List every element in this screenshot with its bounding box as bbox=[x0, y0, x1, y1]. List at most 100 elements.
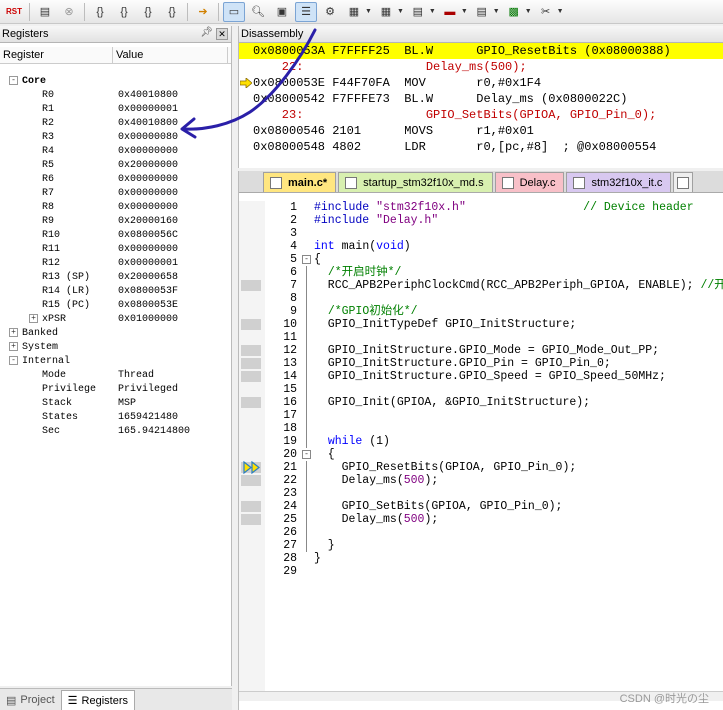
register-row[interactable]: Privilege Privileged bbox=[0, 382, 230, 396]
code-line[interactable]: 21 GPIO_ResetBits(GPIOA, GPIO_Pin_0); bbox=[239, 461, 723, 474]
register-value[interactable]: Thread bbox=[118, 370, 154, 381]
tab-registers[interactable]: ☰ Registers bbox=[60, 690, 135, 710]
register-value[interactable]: 0x00000080 bbox=[118, 132, 178, 143]
code-editor[interactable]: 1 #include "stm32f10x.h" // Device header… bbox=[239, 201, 723, 701]
register-row[interactable]: R5 0x20000000 bbox=[0, 158, 230, 172]
register-row[interactable]: R2 0x40010800 bbox=[0, 116, 230, 130]
executable-line-marker[interactable] bbox=[241, 371, 261, 382]
disassembly-line[interactable]: 23: GPIO_SetBits(GPIOA, GPIO_Pin_0); bbox=[239, 107, 723, 123]
register-row[interactable]: + xPSR 0x01000000 bbox=[0, 312, 230, 326]
register-row[interactable]: Stack MSP bbox=[0, 396, 230, 410]
disassembly-line[interactable]: 22: Delay_ms(500); bbox=[239, 59, 723, 75]
disassembly-line[interactable]: 0x0800053E F44F70FA MOV r0,#0x1F4 bbox=[239, 75, 723, 91]
register-row[interactable]: R8 0x00000000 bbox=[0, 200, 230, 214]
code-line[interactable]: 15 bbox=[239, 383, 723, 396]
register-value[interactable]: 165.94214800 bbox=[118, 426, 190, 437]
collapse-icon[interactable]: - bbox=[9, 76, 18, 85]
register-row[interactable]: R1 0x00000001 bbox=[0, 102, 230, 116]
code-line[interactable]: 26 bbox=[239, 526, 723, 539]
code-line[interactable]: 1 #include "stm32f10x.h" // Device header bbox=[239, 201, 723, 214]
code-line[interactable]: 5-{ bbox=[239, 253, 723, 266]
command-window-icon[interactable]: ▭ bbox=[223, 1, 245, 22]
register-row[interactable]: R0 0x40010800 bbox=[0, 88, 230, 102]
chevron-down-icon[interactable]: ▼ bbox=[397, 8, 404, 15]
registers-window-icon[interactable]: ☰ bbox=[295, 1, 317, 22]
chevron-down-icon[interactable]: ▼ bbox=[365, 8, 372, 15]
code-line[interactable]: 29 bbox=[239, 565, 723, 578]
register-row[interactable]: R4 0x00000000 bbox=[0, 144, 230, 158]
executable-line-marker[interactable] bbox=[241, 514, 261, 525]
chevron-down-icon[interactable]: ▼ bbox=[429, 8, 436, 15]
code-line[interactable]: 9 /*GPIO初始化*/ bbox=[239, 305, 723, 318]
step-icon[interactable]: {} bbox=[89, 2, 111, 22]
code-line[interactable]: 25 Delay_ms(500); bbox=[239, 513, 723, 526]
register-value[interactable]: 0x20000000 bbox=[118, 160, 178, 171]
register-group-banked[interactable]: + Banked bbox=[0, 326, 230, 340]
register-row[interactable]: R14 (LR) 0x0800053F bbox=[0, 284, 230, 298]
register-row[interactable]: R15 (PC) 0x0800053E bbox=[0, 298, 230, 312]
disassembly-listing[interactable]: 0x0800053A F7FFFF25 BL.W GPIO_ResetBits … bbox=[239, 43, 723, 167]
register-value[interactable]: 0x00000000 bbox=[118, 188, 178, 199]
fold-toggle-icon[interactable]: - bbox=[302, 255, 311, 264]
register-value[interactable]: 0x0800053E bbox=[118, 300, 178, 311]
expand-icon[interactable]: + bbox=[9, 328, 18, 337]
code-line[interactable]: 14 GPIO_InitStructure.GPIO_Speed = GPIO_… bbox=[239, 370, 723, 383]
code-line[interactable]: 11 bbox=[239, 331, 723, 344]
run-icon[interactable]: ▤ bbox=[34, 2, 56, 22]
expand-icon[interactable]: + bbox=[9, 342, 18, 351]
chevron-down-icon[interactable]: ▼ bbox=[461, 8, 468, 15]
disassembly-line[interactable]: 0x08000548 4802 LDR r0,[pc,#8] ; @0x0800… bbox=[239, 139, 723, 155]
chevron-down-icon[interactable]: ▼ bbox=[493, 8, 500, 15]
register-value[interactable]: 0x40010800 bbox=[118, 90, 178, 101]
executable-line-marker[interactable] bbox=[241, 501, 261, 512]
register-row[interactable]: R11 0x00000000 bbox=[0, 242, 230, 256]
collapse-icon[interactable]: - bbox=[9, 356, 18, 365]
register-value[interactable]: 0x00000000 bbox=[118, 146, 178, 157]
register-value[interactable]: 0x01000000 bbox=[118, 314, 178, 325]
disassembly-line[interactable]: 0x08000546 2101 MOVS r1,#0x01 bbox=[239, 123, 723, 139]
code-line[interactable]: 10 GPIO_InitTypeDef GPIO_InitStructure; bbox=[239, 318, 723, 331]
executable-line-marker[interactable] bbox=[241, 475, 261, 486]
tab-main-c[interactable]: main.c* bbox=[263, 172, 337, 192]
code-line[interactable]: 2 #include "Delay.h" bbox=[239, 214, 723, 227]
code-line[interactable]: 7 RCC_APB2PeriphClockCmd(RCC_APB2Periph_… bbox=[239, 279, 723, 292]
executable-line-marker[interactable] bbox=[241, 397, 261, 408]
code-line[interactable]: 24 GPIO_SetBits(GPIOA, GPIO_Pin_0); bbox=[239, 500, 723, 513]
register-group-internal[interactable]: - Internal bbox=[0, 354, 230, 368]
disassembly-window-icon[interactable]: 🔍︎ bbox=[247, 2, 269, 22]
chevron-down-icon[interactable]: ▼ bbox=[557, 8, 564, 15]
analysis-window-icon[interactable]: ▬ bbox=[439, 2, 461, 22]
call-stack-window-icon[interactable]: ⚙ bbox=[319, 2, 341, 22]
code-line[interactable]: 19 while (1) bbox=[239, 435, 723, 448]
tab-project[interactable]: ▤ Project bbox=[0, 690, 61, 710]
stop-icon[interactable]: ⊗ bbox=[58, 2, 80, 22]
register-row[interactable]: R13 (SP) 0x20000658 bbox=[0, 270, 230, 284]
executable-line-marker[interactable] bbox=[241, 280, 261, 291]
register-value[interactable]: 0x20000160 bbox=[118, 216, 178, 227]
symbols-window-icon[interactable]: ▣ bbox=[271, 2, 293, 22]
register-row[interactable]: R10 0x0800056C bbox=[0, 228, 230, 242]
tab-stm32f10x-it-c[interactable]: stm32f10x_it.c bbox=[566, 172, 672, 192]
register-row[interactable]: Sec 165.94214800 bbox=[0, 424, 230, 438]
show-next-statement-icon[interactable]: ➔ bbox=[192, 2, 214, 22]
register-row[interactable]: Mode Thread bbox=[0, 368, 230, 382]
register-row[interactable]: R7 0x00000000 bbox=[0, 186, 230, 200]
trace-window-icon[interactable]: ▤ bbox=[471, 2, 493, 22]
fold-toggle-icon[interactable]: - bbox=[302, 450, 311, 459]
serial-window-icon[interactable]: ▤ bbox=[407, 2, 429, 22]
register-row[interactable]: States 1659421480 bbox=[0, 410, 230, 424]
reset-icon[interactable]: RST bbox=[3, 2, 25, 22]
register-value[interactable]: 0x00000000 bbox=[118, 244, 178, 255]
tab-startup-s[interactable]: startup_stm32f10x_md.s bbox=[338, 172, 493, 192]
system-viewer-icon[interactable]: ▩ bbox=[503, 2, 525, 22]
code-line[interactable]: 17 bbox=[239, 409, 723, 422]
register-value[interactable]: 0x0800053F bbox=[118, 286, 178, 297]
toolbox-icon[interactable]: ✂ bbox=[535, 2, 557, 22]
register-value[interactable]: 0x20000658 bbox=[118, 272, 178, 283]
register-value[interactable]: MSP bbox=[118, 398, 136, 409]
tab-overflow[interactable] bbox=[673, 172, 694, 192]
code-line[interactable]: 28} bbox=[239, 552, 723, 565]
disassembly-line[interactable]: 0x08000542 F7FFFE73 BL.W Delay_ms (0x080… bbox=[239, 91, 723, 107]
register-value[interactable]: 0x40010800 bbox=[118, 118, 178, 129]
register-value[interactable]: Privileged bbox=[118, 384, 178, 395]
